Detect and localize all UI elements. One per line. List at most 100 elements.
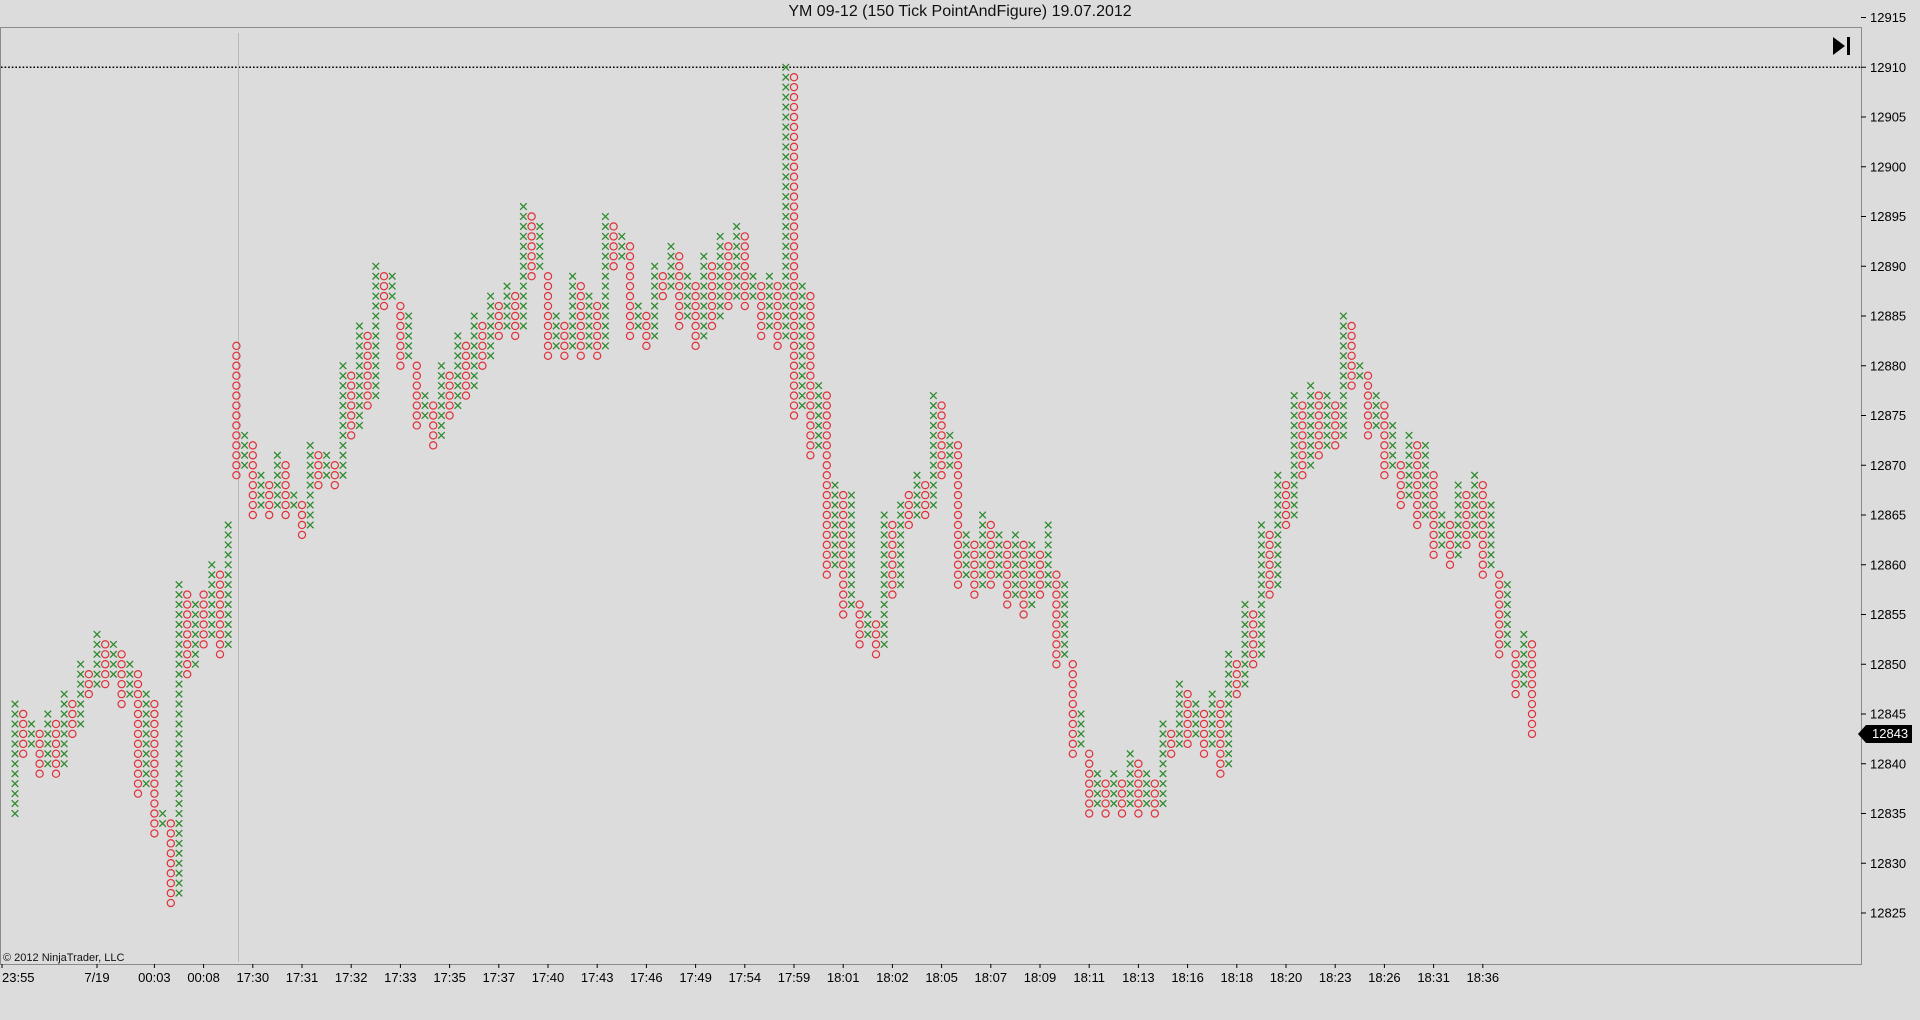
x-box — [667, 272, 675, 280]
x-box — [60, 759, 68, 768]
x-box — [1306, 401, 1315, 410]
o-box — [1429, 490, 1438, 500]
x-box — [995, 531, 1003, 539]
o-box — [199, 630, 208, 639]
o-box — [724, 252, 733, 261]
o-box — [1363, 391, 1373, 400]
x-column — [765, 272, 774, 330]
o-box — [265, 510, 274, 520]
o-box — [822, 510, 832, 520]
x-box — [667, 262, 675, 271]
o-box — [789, 192, 799, 201]
o-box — [150, 729, 159, 739]
o-box — [937, 451, 946, 460]
o-box — [1298, 471, 1307, 480]
x-box — [470, 312, 478, 320]
x-box — [437, 381, 446, 390]
x-box — [700, 272, 708, 280]
x-box — [1159, 779, 1167, 788]
x-tick-label: 7/19 — [84, 970, 109, 985]
x-column — [1060, 580, 1069, 659]
x-column — [1175, 680, 1184, 748]
x-box — [372, 332, 380, 340]
x-box — [782, 312, 790, 320]
o-box — [658, 291, 668, 301]
x-box — [454, 371, 462, 380]
x-tick-label: 17:43 — [581, 970, 614, 985]
x-box — [1290, 491, 1298, 499]
o-box — [429, 431, 438, 440]
o-box — [166, 878, 175, 888]
x-box — [1290, 481, 1298, 489]
o-column — [953, 441, 963, 589]
x-box — [1257, 620, 1266, 629]
x-box — [1159, 720, 1167, 728]
o-box — [1445, 560, 1455, 569]
x-box — [1060, 640, 1069, 649]
o-box — [1101, 779, 1110, 788]
o-column — [1412, 441, 1422, 530]
y-tick-label: 12860 — [1870, 557, 1906, 572]
x-box — [896, 501, 905, 509]
o-box — [1330, 411, 1340, 420]
o-box — [1330, 401, 1340, 410]
x-box — [175, 889, 183, 897]
o-box — [1183, 729, 1192, 739]
o-box — [363, 401, 372, 410]
x-box — [1175, 700, 1184, 708]
o-box — [117, 679, 126, 689]
x-box — [1487, 521, 1495, 529]
o-box — [412, 391, 421, 400]
x-box — [1339, 371, 1348, 380]
x-column — [700, 252, 708, 340]
o-box — [133, 769, 143, 778]
o-box — [1330, 431, 1340, 440]
o-box — [1429, 480, 1438, 490]
o-box — [1347, 341, 1356, 351]
x-box — [191, 650, 200, 659]
o-box — [396, 301, 405, 311]
o-box — [1183, 709, 1192, 719]
o-column — [100, 640, 110, 689]
o-box — [773, 321, 782, 331]
x-box — [1274, 521, 1282, 529]
x-box — [700, 252, 708, 261]
o-box — [182, 670, 192, 679]
x-box — [601, 282, 610, 290]
x-box — [929, 391, 938, 400]
o-box — [543, 272, 553, 281]
x-column — [782, 63, 790, 340]
o-box — [986, 570, 996, 579]
x-box — [585, 312, 593, 320]
o-box — [150, 749, 159, 759]
o-box — [789, 361, 799, 370]
o-column — [347, 371, 356, 440]
o-box — [888, 560, 897, 569]
o-box — [576, 331, 586, 341]
x-box — [1421, 461, 1430, 470]
o-box — [1363, 421, 1373, 430]
o-box — [1396, 471, 1406, 480]
x-box — [1241, 620, 1249, 629]
o-column — [1314, 391, 1324, 460]
o-box — [625, 301, 635, 311]
o-box — [182, 610, 192, 619]
o-box — [182, 590, 192, 599]
o-box — [19, 719, 28, 729]
x-box — [1520, 650, 1528, 659]
skip-to-end-icon[interactable] — [1830, 34, 1854, 58]
o-box — [1150, 799, 1160, 808]
x-box — [175, 600, 183, 609]
o-box — [1511, 660, 1520, 669]
o-box — [281, 510, 290, 520]
o-box — [494, 331, 503, 341]
o-box — [1052, 660, 1061, 669]
o-box — [133, 739, 143, 749]
x-box — [273, 481, 282, 489]
x-box — [782, 103, 790, 111]
o-column — [1035, 550, 1045, 599]
o-box — [806, 451, 815, 460]
o-box — [1019, 560, 1028, 569]
x-box — [388, 292, 396, 300]
x-box — [618, 232, 626, 241]
